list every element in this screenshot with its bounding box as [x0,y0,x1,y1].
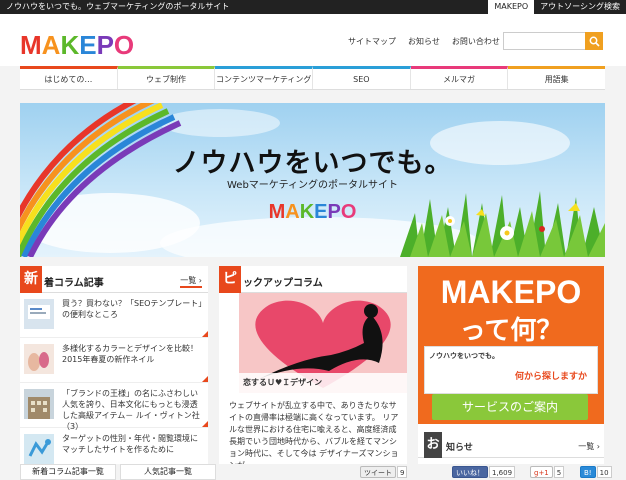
gplus-button[interactable]: g+1 [530,466,553,478]
article-title: 「ブランドの王様」の名にふさわしい人気を誇り、日本文化にもっとも浸透した高級アイ… [62,389,200,431]
pickup-title: ックアップコラム [243,278,323,289]
tweet-count: 9 [397,466,408,478]
logo-letter: A [41,30,61,60]
article-thumbnail [24,299,54,329]
about-question: って何？ [459,316,563,346]
logo-letter: E [314,201,328,223]
hero-banner[interactable]: ノウハウをいつでも。 Webマーケティングのポータルサイト MAKEPO [20,103,605,257]
list-item[interactable]: 買う？買わない？「SEOテンプレート」の便利なところ [20,293,208,338]
site-tagline: ノウハウをいつでも。ウェブマーケティングのポータルサイト [6,2,230,11]
logo-letter: O [113,30,135,60]
screenshot-title-2: 何から探しますか [515,372,588,382]
site-tabs: MAKEPO アウトソーシング検索 [488,0,626,14]
news-header: お 知らせ 一覧 › [418,432,604,458]
tweet-share[interactable]: ツイート 9 [360,466,408,478]
site-logo[interactable]: MAKEPO [20,30,134,61]
hero-logo: MAKEPO [20,201,605,224]
corner-mark [202,421,208,427]
logo-letter: P [327,201,341,223]
sitemap-link[interactable]: サイトマップ [348,36,396,47]
search-input[interactable] [504,37,586,54]
logo-letter: K [60,30,80,60]
new-articles-panel: 新 着コラム記事 一覧 › 買う？買わない？「SEOテンプレート」の便利なところ… [20,266,208,480]
tab-outsourcing-search[interactable]: アウトソーシング検索 [534,0,626,14]
corner-mark [202,331,208,337]
article-title: 買う？買わない？「SEOテンプレート」の便利なところ [62,299,203,319]
pickup-label: 恋するＵ♥Ｉデザイン [239,373,407,393]
hero-title: ノウハウをいつでも。 [172,148,453,179]
site-screenshot: ノウハウをいつでも。 何から探しますか [424,346,598,394]
tweet-button[interactable]: ツイート [360,466,396,478]
article-thumbnail [24,389,54,419]
logo-letter: E [79,30,97,60]
pickup-header: ピ ックアップコラム [219,266,407,293]
news-badge: お [424,432,442,458]
article-thumbnail [24,434,54,464]
corner-mark [202,376,208,382]
logo-letter: K [299,201,315,223]
list-item[interactable]: 「ブランドの王様」の名にふさわしい人気を誇り、日本文化にもっとも浸透した高級アイ… [20,383,208,431]
article-title: 多様化するカラーとデザインを比較！2015年春夏の新作ネイル [62,344,198,364]
main-nav: はじめての… ウェブ制作 コンテンツマーケティング SEO メルマガ 用語集 [20,66,606,90]
logo-letter: O [340,201,357,223]
about-logo: MAKEPO [440,274,582,310]
news-link[interactable]: お知らせ [408,36,440,47]
new-badge: 新 [20,266,42,293]
new-columns-list-tab[interactable]: 新着コラム記事一覧 [20,464,116,480]
header: MAKEPO サイトマップ お知らせ お問い合わせ [0,14,626,66]
logo-letter: P [96,30,114,60]
like-count: 1,609 [489,466,516,478]
article-title: ターゲットの性別・年代・閲覧環境にマッチしたサイトを作るために [62,434,198,454]
nav-web-production[interactable]: ウェブ制作 [117,66,216,89]
screenshot-title: ノウハウをいつでも。 [429,352,499,360]
hatena-share[interactable]: B! 10 [580,466,612,478]
search-box [503,32,603,54]
hatena-count: 10 [596,466,612,478]
hero-subtitle: Webマーケティングのポータルサイト [226,180,398,191]
like-share[interactable]: いいね！ 1,609 [452,466,516,478]
like-button[interactable]: いいね！ [452,466,488,478]
nav-content-marketing[interactable]: コンテンツマーケティング [215,66,314,89]
pickup-badge: ピ [219,266,241,293]
tab-makepo[interactable]: MAKEPO [488,0,535,14]
ladybug-icon [539,226,545,232]
new-articles-header: 新 着コラム記事 一覧 › [20,266,208,293]
service-guide-button[interactable]: サービスのご案内 [432,394,588,420]
news-title: 知らせ [446,443,473,453]
pickup-excerpt: ウェブサイトが乱立する中で、ありきたりなサイトの直帰率は極端に高くなっています。… [229,401,399,470]
nav-mail-magazine[interactable]: メルマガ [410,66,509,89]
header-links: サイトマップ お知らせ お問い合わせ [348,36,500,47]
nav-glossary[interactable]: 用語集 [508,66,606,89]
search-button[interactable] [585,32,603,50]
top-bar: ノウハウをいつでも。ウェブマーケティングのポータルサイト MAKEPO アウトソ… [0,0,626,14]
about-makepo-banner[interactable]: MAKEPO って何？ ノウハウをいつでも。 何から探しますか サービスのご案内 [418,266,604,424]
news-more-link[interactable]: 一覧 › [578,441,600,452]
logo-letter: M [20,30,42,60]
list-item[interactable]: 多様化するカラーとデザインを比較！2015年春夏の新作ネイル [20,338,208,383]
search-icon [589,36,600,47]
logo-letter: M [268,201,286,223]
sidebar-panel: MAKEPO って何？ ノウハウをいつでも。 何から探しますか サービスのご案内… [418,266,604,480]
pickup-panel: ピ ックアップコラム 恋するＵ♥Ｉデザイン ウェブサイトが乱立する中で、ありきた… [219,266,407,480]
popular-articles-tab[interactable]: 人気記事一覧 [120,464,216,480]
logo-letter: A [285,201,300,223]
new-articles-more-link[interactable]: 一覧 › [180,275,202,288]
new-articles-title: 着コラム記事 [44,278,104,289]
article-thumbnail [24,344,54,374]
nav-beginners[interactable]: はじめての… [20,66,118,89]
contact-link[interactable]: お問い合わせ [452,36,500,47]
gplus-count: 5 [553,466,565,478]
gplus-share[interactable]: g+1 5 [530,466,565,478]
bottom-bar: 新着コラム記事一覧 人気記事一覧 ツイート 9 いいね！ 1,609 g+1 5… [20,464,626,480]
hatena-button[interactable]: B! [580,466,596,478]
nav-seo[interactable]: SEO [313,66,411,89]
